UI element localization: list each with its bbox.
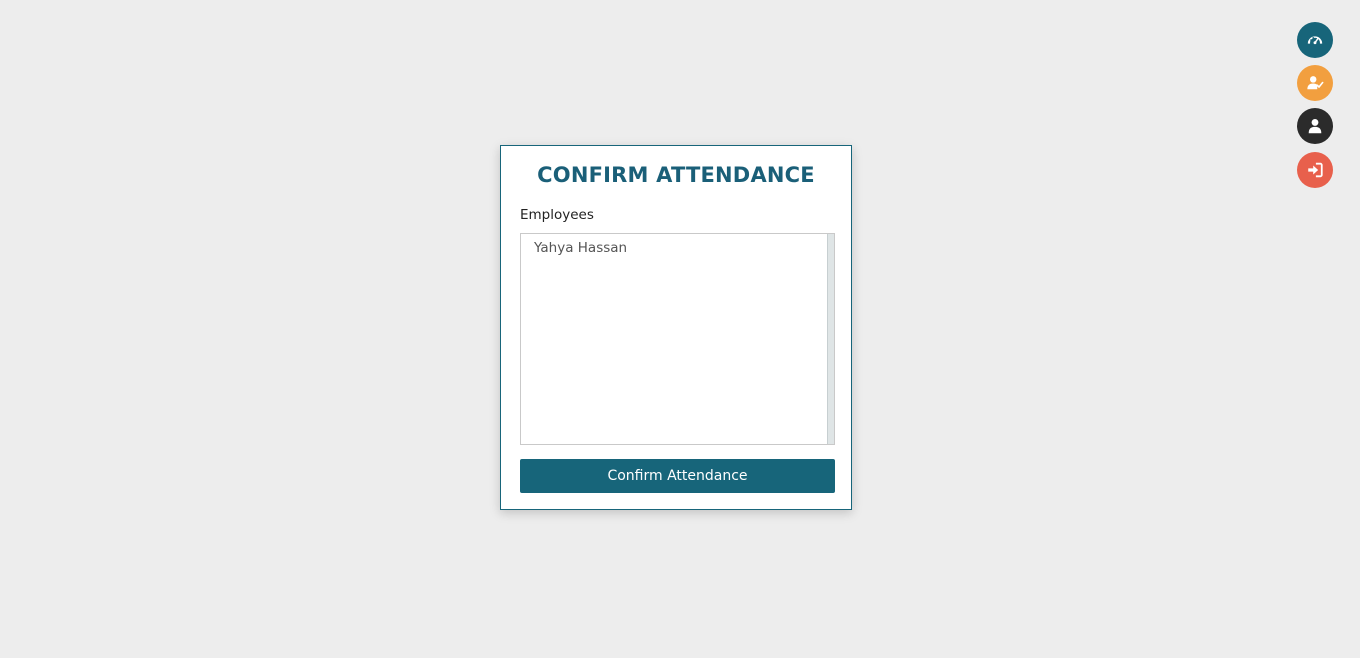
- employee-option[interactable]: Yahya Hassan: [534, 240, 627, 256]
- sign-in-button[interactable]: [1297, 152, 1333, 188]
- card-title: CONFIRM ATTENDANCE: [537, 163, 815, 187]
- user-icon: [1308, 118, 1322, 134]
- confirm-attendance-button[interactable]: Confirm Attendance: [520, 459, 835, 493]
- dashboard-gauge-icon: [1307, 36, 1323, 45]
- employees-listbox[interactable]: Yahya Hassan: [520, 233, 835, 445]
- user-check-icon: [1307, 76, 1324, 90]
- confirm-attendance-card: CONFIRM ATTENDANCE Employees Yahya Hassa…: [500, 145, 852, 510]
- dashboard-button[interactable]: [1297, 22, 1333, 58]
- listbox-scrollbar[interactable]: [827, 234, 834, 444]
- sign-in-icon: [1308, 162, 1323, 178]
- profile-button[interactable]: [1297, 108, 1333, 144]
- user-check-button[interactable]: [1297, 65, 1333, 101]
- employees-label: Employees: [520, 207, 594, 223]
